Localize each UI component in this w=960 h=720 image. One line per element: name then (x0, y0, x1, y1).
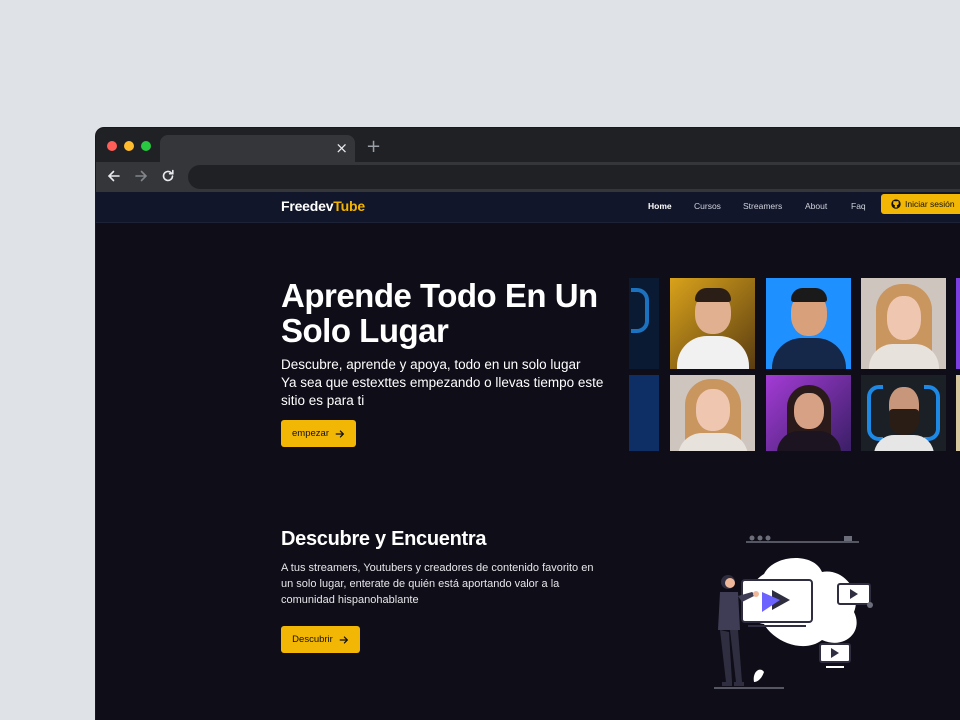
address-bar[interactable] (188, 165, 960, 189)
reload-icon[interactable] (160, 168, 176, 184)
window-controls (107, 141, 151, 151)
streamers-photo-grid (629, 278, 960, 452)
browser-tab[interactable]: × (160, 135, 355, 162)
browser-window: × + FreedevTube Home Cursos Streamers Ab… (96, 128, 960, 720)
arrow-right-icon (335, 429, 345, 438)
nav-link-about[interactable]: About (805, 201, 827, 211)
new-tab-button[interactable]: + (366, 136, 381, 157)
site-navbar: FreedevTube Home Cursos Streamers About … (96, 192, 960, 223)
site-logo[interactable]: FreedevTube (281, 198, 365, 214)
section-text: A tus streamers, Youtubers y creadores d… (281, 562, 594, 606)
empezar-label: empezar (292, 428, 329, 439)
website-viewport: FreedevTube Home Cursos Streamers About … (96, 192, 960, 720)
photo-tile-streamer-1 (670, 278, 755, 369)
hero-title: Aprende Todo En Un Solo Lugar (281, 277, 598, 349)
logo-accent: Tube (333, 198, 365, 214)
minimize-window-button[interactable] (124, 141, 134, 151)
photo-tile-streamer-4 (670, 375, 755, 451)
hero-subtitle: Descubre, aprende y apoya, todo en un so… (281, 356, 621, 410)
browser-tabbar: × + (96, 128, 960, 162)
nav-link-home[interactable]: Home (648, 201, 672, 211)
descubrir-label: Descubrir (292, 634, 333, 645)
tab-close-icon[interactable]: × (335, 139, 348, 157)
photo-tile-partial-3 (629, 375, 659, 451)
forward-arrow-icon[interactable] (133, 168, 149, 184)
photo-tile-partial-1 (629, 278, 659, 369)
photo-tile-streamer-6 (861, 375, 946, 451)
back-arrow-icon[interactable] (106, 168, 122, 184)
hero-subtitle-line-2: Ya sea que estexttes empezando o llevas … (281, 375, 604, 408)
section-title: Descubre y Encuentra (281, 528, 487, 550)
hero-subtitle-line-1: Descubre, aprende y apoya, todo en un so… (281, 357, 581, 372)
video-streaming-illustration (714, 535, 873, 689)
login-label: Iniciar sesión (905, 199, 955, 209)
photo-tile-partial-2 (956, 278, 960, 369)
arrow-right-icon (339, 635, 349, 644)
photo-tile-streamer-5 (766, 375, 851, 451)
github-icon (891, 199, 901, 209)
maximize-window-button[interactable] (141, 141, 151, 151)
browser-toolbar (96, 162, 960, 192)
descubrir-button[interactable]: Descubrir (281, 626, 360, 653)
photo-tile-streamer-2 (766, 278, 851, 369)
photo-tile-partial-4 (956, 375, 960, 451)
login-button[interactable]: Iniciar sesión (881, 194, 960, 214)
nav-link-streamers[interactable]: Streamers (743, 201, 782, 211)
nav-link-faq[interactable]: Faq (851, 201, 866, 211)
logo-main: Freedev (281, 198, 334, 214)
nav-link-cursos[interactable]: Cursos (694, 201, 721, 211)
close-window-button[interactable] (107, 141, 117, 151)
empezar-button[interactable]: empezar (281, 420, 356, 447)
photo-tile-streamer-3 (861, 278, 946, 369)
